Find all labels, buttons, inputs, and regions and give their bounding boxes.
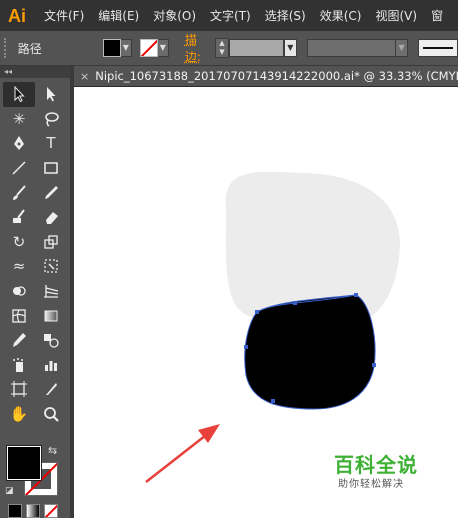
stroke-dropdown-icon[interactable]: ▼ (157, 39, 169, 57)
artboard-tool-icon[interactable] (3, 377, 35, 402)
hand-tool-icon[interactable]: ✋ (3, 402, 35, 427)
rotate-tool-icon[interactable]: ↻ (3, 230, 35, 255)
document-tab-bar: × Nipic_10673188_20170707143914222000.ai… (74, 66, 458, 87)
panel-collapse-icon[interactable]: ◂◂ (0, 66, 70, 78)
variable-width-profile-field[interactable] (306, 39, 396, 57)
scale-tool-icon[interactable] (35, 230, 67, 255)
anchor-point (372, 363, 376, 367)
swap-fill-stroke-icon[interactable]: ⇆ (48, 444, 57, 457)
fill-stroke-controls: ⇆ ◪ (0, 442, 70, 518)
pencil-tool-icon[interactable] (35, 180, 67, 205)
pen-tool-icon[interactable] (3, 131, 35, 156)
anchor-point (354, 293, 358, 297)
watermark: 百科全说 助你轻松解决 (330, 449, 436, 495)
arrow-shaft (145, 431, 211, 483)
body-shape (244, 294, 376, 410)
menu-bar: Ai 文件(F) 编辑(E) 对象(O) 文字(T) 选择(S) 效果(C) 视… (0, 0, 458, 31)
width-tool-icon[interactable]: ≈ (3, 254, 35, 279)
fill-color-box[interactable] (7, 446, 41, 480)
gradient-mode-icon[interactable] (26, 504, 40, 518)
control-bar: 路径 ▼ ▼ 描边: ▲ ▼ ▼ ▼ (0, 31, 458, 66)
menu-type[interactable]: 文字(T) (210, 7, 251, 24)
anchor-point (293, 301, 297, 305)
magic-wand-tool-icon[interactable]: ✳ (3, 107, 35, 132)
type-tool-icon[interactable]: T (35, 131, 67, 156)
paintbrush-tool-icon[interactable] (3, 180, 35, 205)
slice-tool-icon[interactable] (35, 377, 67, 402)
menu-view[interactable]: 视图(V) (375, 7, 417, 24)
menu-select[interactable]: 选择(S) (265, 7, 306, 24)
document-tab[interactable]: × Nipic_10673188_20170707143914222000.ai… (74, 66, 458, 86)
stroke-weight-input[interactable] (228, 39, 284, 57)
eraser-tool-icon[interactable] (35, 205, 67, 230)
watermark-title: 百科全说 (334, 453, 418, 477)
anchor-point (255, 310, 259, 314)
stroke-weight-spinner[interactable]: ▲ ▼ (215, 38, 229, 58)
lasso-tool-icon[interactable] (35, 107, 67, 132)
variable-width-dropdown-icon[interactable]: ▼ (395, 39, 409, 57)
close-tab-icon[interactable]: × (80, 70, 89, 83)
menu-effect[interactable]: 效果(C) (320, 7, 362, 24)
anchor-point (244, 345, 248, 349)
gradient-tool-icon[interactable] (35, 303, 67, 328)
symbol-sprayer-tool-icon[interactable] (3, 353, 35, 378)
panel-grip[interactable] (4, 38, 10, 58)
blob-brush-tool-icon[interactable] (3, 205, 35, 230)
selection-tool-icon[interactable] (3, 82, 35, 107)
stroke-color-picker[interactable]: ▼ (139, 39, 169, 57)
blend-tool-icon[interactable] (35, 328, 67, 353)
app-logo: Ai (8, 5, 26, 26)
menu-window[interactable]: 窗 (431, 7, 443, 24)
selection-type-label: 路径 (17, 41, 42, 56)
fill-swatch[interactable] (102, 39, 121, 57)
stroke-swatch[interactable] (139, 39, 158, 57)
perspective-grid-tool-icon[interactable] (35, 279, 67, 304)
default-colors-icon[interactable]: ◪ (5, 486, 14, 496)
rectangle-tool-icon[interactable] (35, 156, 67, 181)
none-mode-icon[interactable] (44, 504, 58, 518)
zoom-tool-icon[interactable] (35, 402, 67, 427)
line-segment-tool-icon[interactable] (3, 156, 35, 181)
menu-edit[interactable]: 编辑(E) (98, 7, 139, 24)
column-graph-tool-icon[interactable] (35, 353, 67, 378)
shape-builder-tool-icon[interactable] (3, 279, 35, 304)
free-transform-tool-icon[interactable] (35, 254, 67, 279)
document-tab-title: Nipic_10673188_20170707143914222000.ai* … (95, 69, 458, 83)
menu-file[interactable]: 文件(F) (44, 7, 84, 24)
menu-object[interactable]: 对象(O) (153, 7, 196, 24)
stroke-weight-dropdown-icon[interactable]: ▼ (283, 39, 297, 57)
color-mode-row (8, 504, 58, 518)
fill-dropdown-icon[interactable]: ▼ (120, 39, 132, 57)
mesh-tool-icon[interactable] (3, 303, 35, 328)
brush-definition-field[interactable] (418, 39, 458, 57)
watermark-subtitle: 助你轻松解决 (338, 479, 404, 490)
stroke-weight-label[interactable]: 描边: (185, 31, 212, 65)
anchor-point (271, 399, 275, 403)
direct-selection-tool-icon[interactable] (35, 82, 67, 107)
fill-color-picker[interactable]: ▼ (102, 39, 132, 57)
color-mode-icon[interactable] (8, 504, 22, 518)
eyedropper-tool-icon[interactable] (3, 328, 35, 353)
